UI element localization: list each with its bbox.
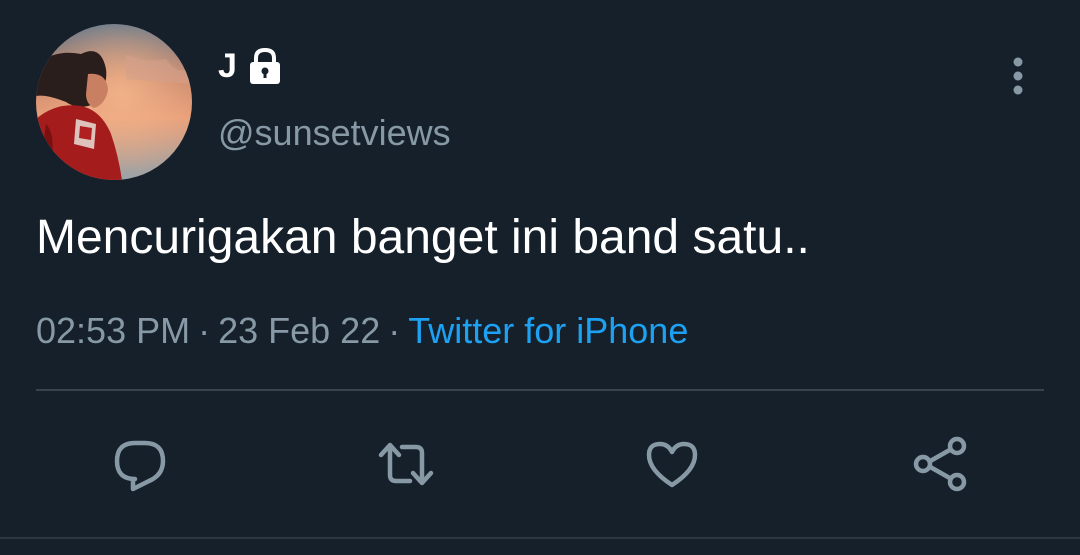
- display-name[interactable]: J: [218, 44, 285, 88]
- share-icon: [913, 436, 967, 492]
- bottom-divider: [0, 537, 1080, 539]
- tweet-time: 02:53 PM: [36, 310, 191, 351]
- more-vertical-icon[interactable]: [996, 52, 1040, 100]
- display-name-text: J: [218, 46, 237, 85]
- divider: [36, 389, 1044, 391]
- tweet-detail: J @sunsetviews Mencurigakan banget ini b…: [0, 0, 1080, 555]
- heart-icon: [646, 441, 698, 488]
- meta-separator: ·: [388, 310, 401, 351]
- share-button[interactable]: [908, 432, 972, 496]
- reply-icon: [114, 440, 166, 492]
- avatar[interactable]: [36, 24, 192, 180]
- like-button[interactable]: [640, 432, 704, 496]
- retweet-icon: [378, 442, 434, 486]
- avatar-image: [36, 24, 192, 180]
- tweet-source-link[interactable]: Twitter for iPhone: [408, 310, 688, 351]
- meta-separator: ·: [198, 310, 211, 351]
- tweet-date: 23 Feb 22: [218, 310, 381, 351]
- retweet-button[interactable]: [374, 432, 438, 496]
- user-handle[interactable]: @sunsetviews: [218, 112, 451, 154]
- lock-icon: [245, 46, 285, 86]
- tweet-text: Mencurigakan banget ini band satu..: [36, 211, 810, 264]
- reply-button[interactable]: [108, 432, 172, 496]
- tweet-meta: 02:53 PM · 23 Feb 22 · Twitter for iPhone: [36, 310, 688, 352]
